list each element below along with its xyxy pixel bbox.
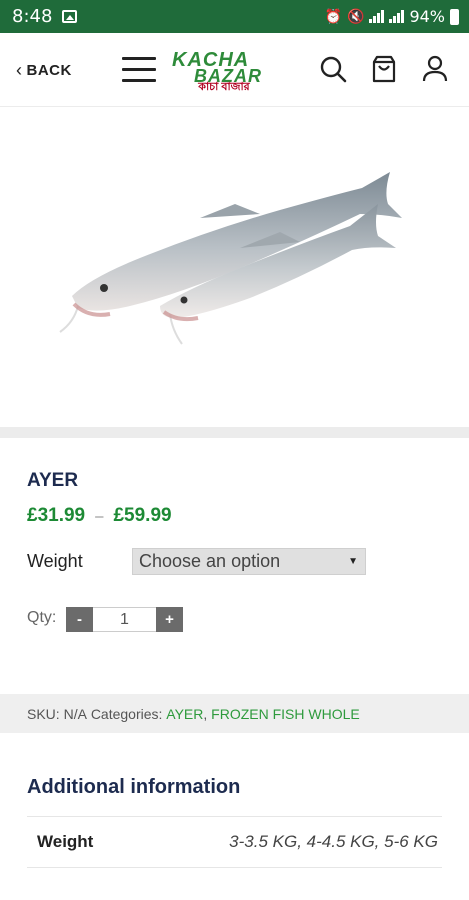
alarm-icon: ⏰ [324,8,342,25]
status-icons: ⏰ 🔇 94% [325,7,459,26]
attribute-value: 3-3.5 KG, 4-4.5 KG, 5-6 KG [229,832,438,851]
user-icon[interactable] [420,53,450,85]
logo-bengali: কাচা বাজার [198,81,250,93]
product-meta: SKU: N/A Categories: AYER, FROZEN FISH W… [0,694,469,733]
attribute-key: Weight [37,832,94,851]
price-max: £59.99 [113,505,172,526]
weight-select[interactable]: Choose an option ▼ [132,548,366,575]
category-link-ayer[interactable]: AYER [166,706,203,722]
category-link-frozen-fish-whole[interactable]: FROZEN FISH WHOLE [211,706,360,722]
weight-select-value: Choose an option [139,551,281,571]
categories-label: Categories: [90,705,163,722]
price-range: £31.99 – £59.99 [27,505,172,527]
qty-decrease-button[interactable]: - [66,607,93,632]
signal-icon [389,10,405,23]
battery-icon [450,8,459,25]
qty-increase-button[interactable]: + [156,607,183,632]
fish-image [59,172,402,345]
dropdown-arrow-icon: ▼ [348,556,358,567]
category-separator: , [203,705,208,722]
app-header: ‹ BACK KACHA BAZAR কাচা বাজার [0,33,469,107]
quantity-stepper: - 1 + [66,607,183,632]
additional-info-heading: Additional information [27,776,241,798]
product-image[interactable] [0,108,469,427]
back-button[interactable]: ‹ BACK [16,60,72,81]
status-time: 8:48 [12,6,53,27]
product-title: AYER [27,470,79,491]
cart-icon[interactable] [369,53,399,85]
sku-value: N/A [63,705,87,722]
weight-label: Weight [27,551,83,571]
mute-icon: 🔇 [347,8,365,25]
signal-icon [369,10,385,23]
status-bar: 8:48 ⏰ 🔇 94% [0,0,469,33]
back-label: BACK [26,62,72,79]
search-icon[interactable] [318,53,348,85]
image-icon [62,10,78,23]
qty-input[interactable]: 1 [93,607,156,632]
price-separator: – [95,507,104,525]
menu-icon[interactable] [122,57,156,83]
section-divider [0,427,469,438]
battery-percent: 94% [409,7,445,26]
kacha-bazar-logo[interactable]: KACHA BAZAR কাচা বাজার [172,47,276,95]
attribute-row: Weight 3-3.5 KG, 4-4.5 KG, 5-6 KG [27,816,442,868]
price-min: £31.99 [27,505,86,526]
chevron-left-icon: ‹ [16,60,23,80]
sku-label: SKU: [27,705,60,722]
qty-label: Qty: [27,609,57,626]
